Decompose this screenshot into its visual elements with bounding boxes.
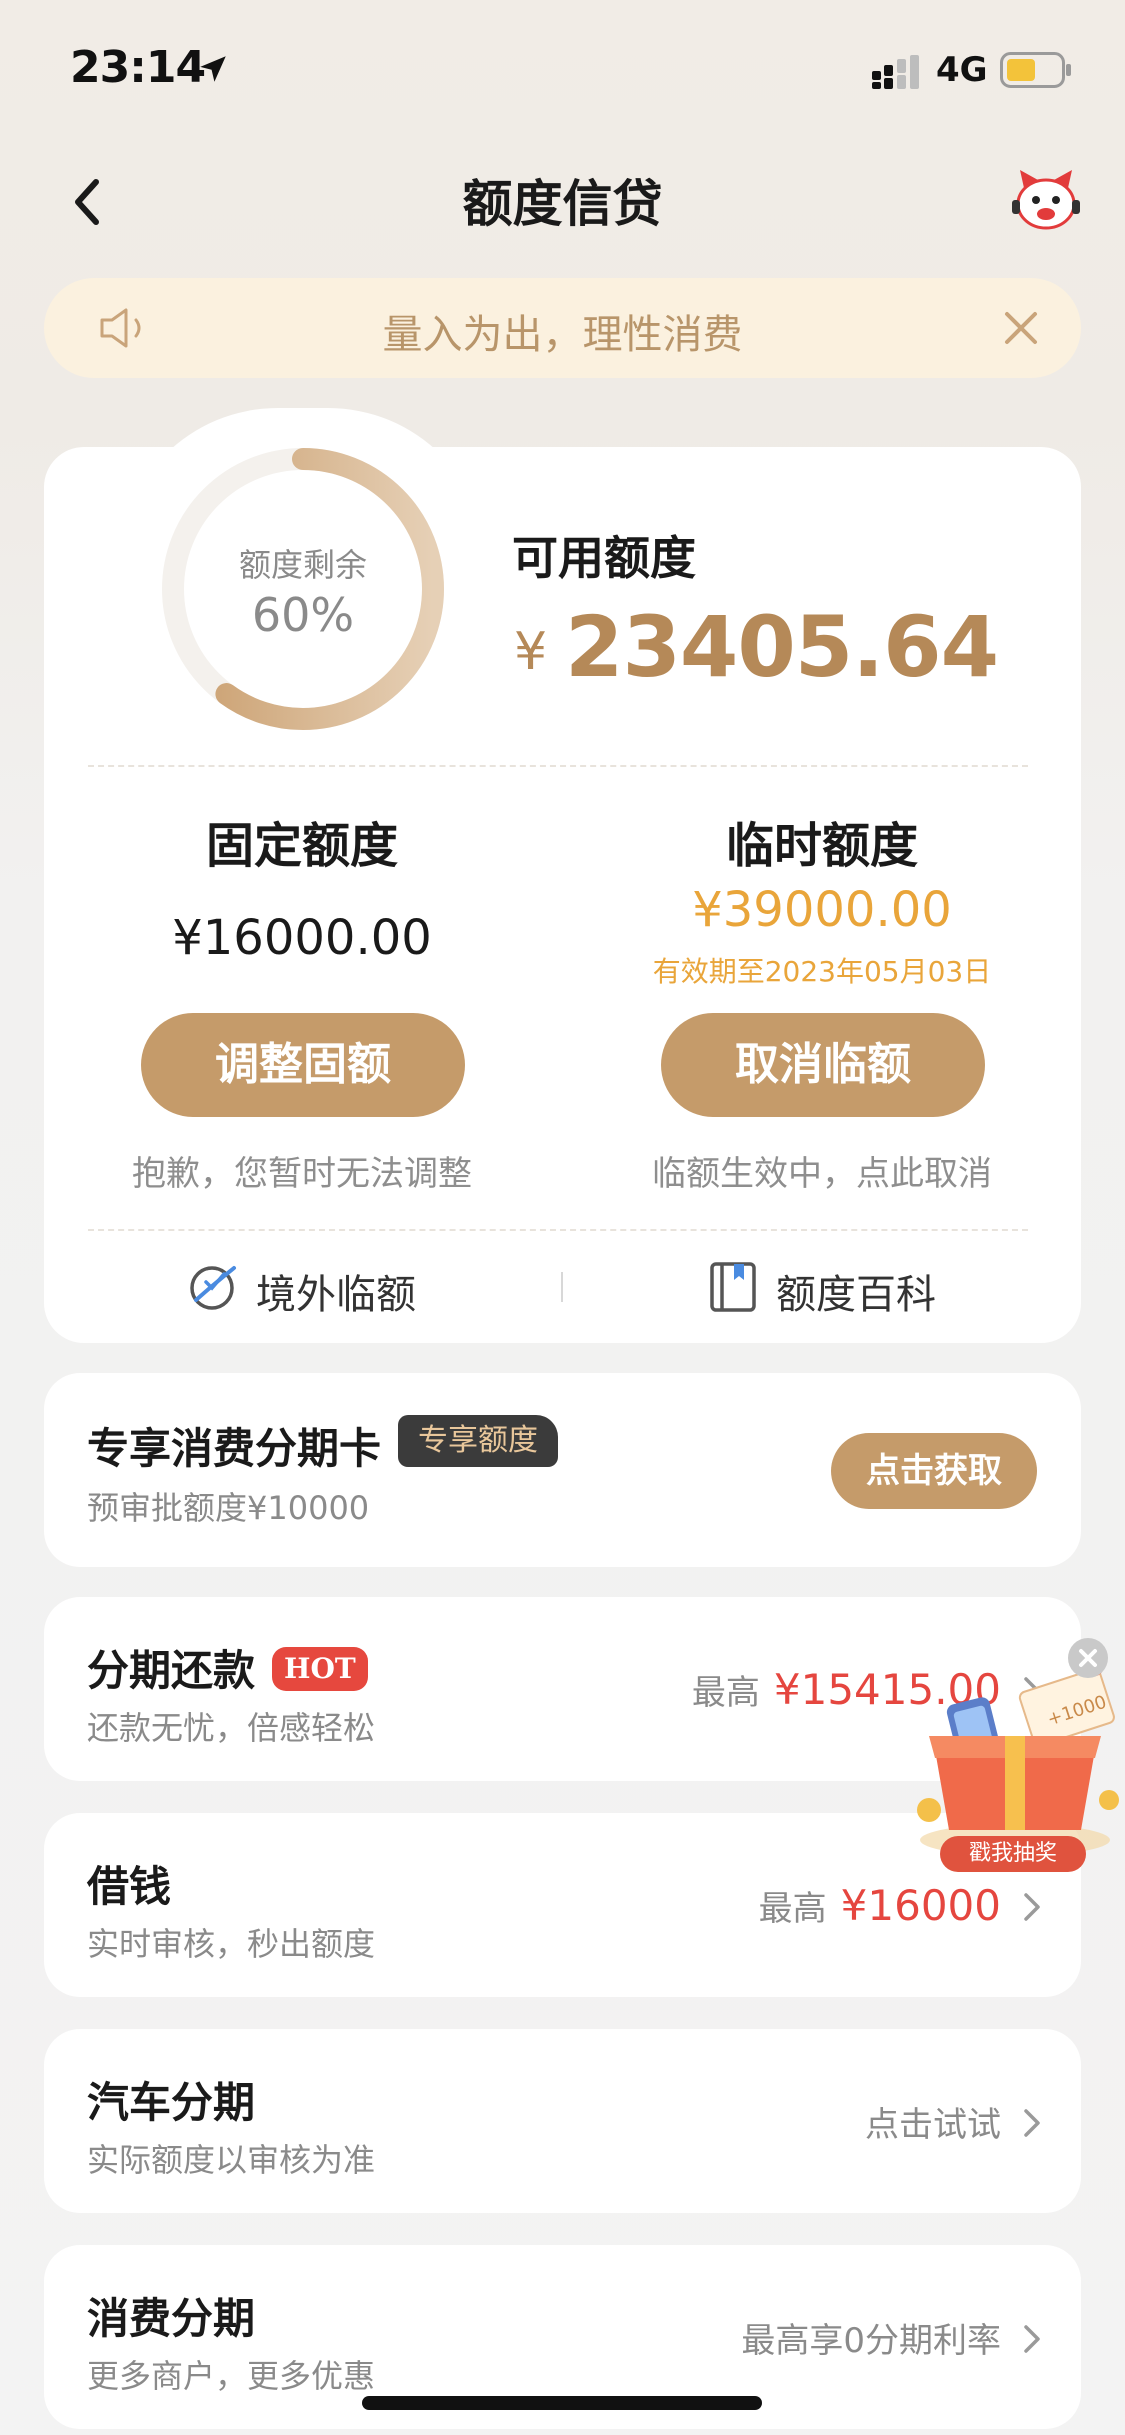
chevron-right-icon: [1024, 1893, 1040, 1921]
chevron-right-icon: [1024, 2109, 1040, 2137]
close-icon[interactable]: [997, 304, 1045, 352]
temp-credit-hint[interactable]: 临额生效中，点此取消: [582, 1146, 1062, 1195]
card-title: 借钱: [87, 1862, 172, 1911]
card-title: 消费分期: [87, 2294, 256, 2343]
fixed-credit-hint: 抱歉，您暂时无法调整: [132, 1154, 472, 1194]
max-amount: 最高 ¥16000: [759, 1881, 1001, 1930]
battery-icon: [1000, 52, 1071, 88]
status-bar: 23:14 4G: [0, 0, 1125, 140]
exclusive-badge: 专享额度: [398, 1415, 558, 1467]
card-subtitle: 预审批额度¥10000: [87, 1489, 370, 1527]
car-installment-card[interactable]: 汽车分期 实际额度以审核为准 点击试试: [44, 2029, 1081, 2213]
network-label: 4G: [936, 50, 988, 90]
ring-label: 额度剩余: [238, 546, 367, 584]
card-title: 分期还款: [87, 1646, 256, 1695]
temp-credit-title: 临时额度: [725, 818, 918, 874]
globe-plane-icon: [190, 1266, 236, 1310]
currency-symbol: ¥: [514, 622, 548, 682]
overseas-link-label: 境外临额: [256, 1272, 416, 1318]
max-amount-value: ¥16000: [840, 1881, 1001, 1930]
ring-percent: 60%: [251, 588, 355, 642]
notice-banner: 量入为出，理性消费: [44, 278, 1081, 378]
signal-icon: [872, 55, 919, 89]
notice-text: 量入为出，理性消费: [382, 312, 743, 358]
exclusive-installment-card[interactable]: 专享消费分期卡 专享额度 预审批额度¥10000 点击获取: [44, 1373, 1081, 1567]
vertical-divider: [561, 1272, 563, 1302]
card-subtitle: 实际额度以审核为准: [87, 2141, 376, 2179]
get-now-button[interactable]: 点击获取: [831, 1433, 1037, 1509]
divider: [88, 1229, 1028, 1231]
card-title: 专享消费分期卡: [87, 1424, 382, 1473]
card-subtitle: 更多商户，更多优惠: [87, 2357, 376, 2395]
home-indicator: [362, 2396, 762, 2410]
mascot-avatar-icon[interactable]: [1010, 164, 1082, 236]
cancel-temp-credit-button[interactable]: 取消临额: [661, 1013, 985, 1117]
nav-bar: 额度信贷: [0, 150, 1125, 250]
page-title: 额度信贷: [462, 175, 663, 233]
max-prefix: 最高: [758, 1889, 827, 1929]
temp-credit-amount: ¥39000.00: [692, 882, 952, 938]
promo-close-icon[interactable]: [1068, 1638, 1108, 1678]
credit-wiki-link[interactable]: 额度百科: [708, 1258, 948, 1318]
action-text: 最高享0分期利率: [741, 2313, 1001, 2362]
fixed-credit-title: 固定额度: [205, 818, 398, 874]
card-title: 汽车分期: [87, 2078, 256, 2127]
book-icon: [710, 1262, 756, 1312]
wiki-link-label: 额度百科: [776, 1272, 936, 1318]
available-credit-title: 可用额度: [512, 531, 696, 585]
overseas-temp-credit-link[interactable]: 境外临额: [188, 1258, 428, 1318]
chevron-right-icon: [1024, 2325, 1040, 2353]
fixed-credit-amount: ¥16000.00: [172, 910, 432, 966]
available-credit-amount: 23405.64: [565, 598, 999, 696]
divider: [88, 765, 1028, 767]
card-subtitle: 实时审核，秒出额度: [87, 1925, 376, 1963]
max-prefix: 最高: [691, 1673, 760, 1713]
try-it-label: 点击试试: [865, 2105, 1001, 2145]
hot-badge: HOT: [272, 1647, 368, 1691]
card-subtitle: 还款无忧，倍感轻松: [87, 1709, 376, 1747]
temp-credit-valid-until: 有效期至2023年05月03日: [652, 955, 992, 988]
location-arrow-icon: [200, 56, 226, 82]
zero-rate-label: 最高享0分期利率: [741, 2321, 1001, 2361]
status-time: 23:14: [70, 42, 206, 93]
action-text: 点击试试: [865, 2097, 1001, 2146]
adjust-fixed-credit-button[interactable]: 调整固额: [141, 1013, 465, 1117]
lottery-label[interactable]: 戳我抽奖: [940, 1836, 1086, 1872]
